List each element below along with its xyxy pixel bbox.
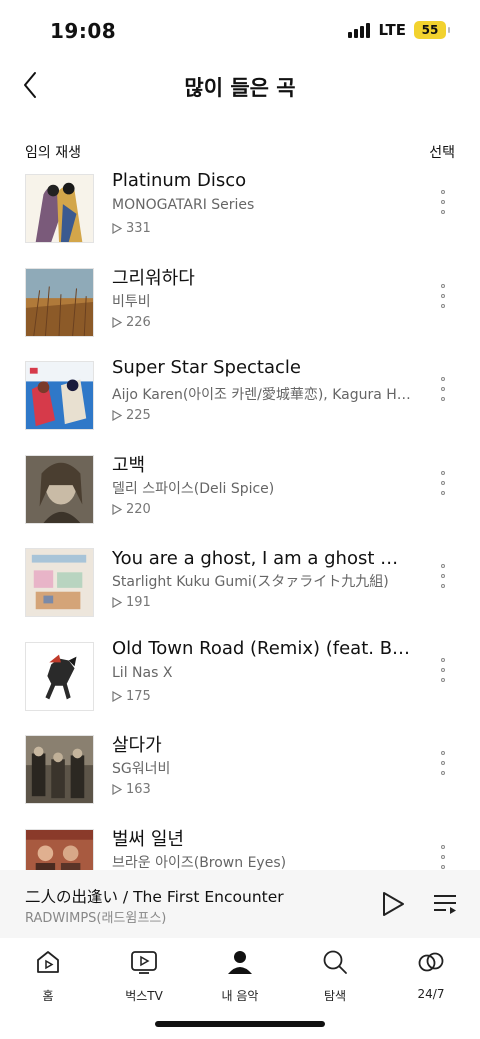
- album-cover: [25, 174, 94, 243]
- now-playing-artist: RADWIMPS(래드윔프스): [25, 911, 167, 926]
- play-count: 163: [112, 782, 151, 797]
- list-item[interactable]: Old Town Road (Remix) (feat. Bill… Lil N…: [0, 634, 480, 728]
- nav-home[interactable]: 홈: [3, 944, 93, 1006]
- track-title: 그리워하다: [112, 267, 195, 289]
- status-time: 19:08: [50, 19, 117, 43]
- mini-player[interactable]: 二人の出逢い / The First Encounter RADWIMPS(래드…: [0, 870, 480, 938]
- list-item[interactable]: Super Star Spectacle Aijo Karen(아이조 카렌/愛…: [0, 353, 480, 447]
- nav-explore[interactable]: 탐색: [290, 944, 380, 1006]
- more-options-button[interactable]: [436, 751, 450, 775]
- track-artist: 브라운 아이즈(Brown Eyes): [112, 854, 287, 871]
- track-artist: MONOGATARI Series: [112, 197, 255, 213]
- track-title: Super Star Spectacle: [112, 357, 301, 378]
- nav-my-music[interactable]: 내 음악: [195, 944, 285, 1006]
- track-list-viewport[interactable]: Platinum Disco MONOGATARI Series 331 그리워…: [0, 170, 480, 870]
- home-icon: [37, 951, 59, 973]
- track-artist: 델리 스파이스(Deli Spice): [112, 480, 275, 497]
- play-count-value: 220: [126, 501, 151, 517]
- list-toolbar: 임의 재생 선택: [0, 138, 480, 168]
- nav-label: 홈: [42, 989, 54, 1003]
- nav-label: 벅스TV: [125, 989, 163, 1003]
- list-item[interactable]: Platinum Disco MONOGATARI Series 331: [0, 170, 480, 260]
- album-cover: [25, 548, 94, 617]
- person-icon: [228, 951, 252, 974]
- track-list: Platinum Disco MONOGATARI Series 331 그리워…: [0, 170, 480, 870]
- play-count-value: 191: [126, 595, 151, 610]
- select-button[interactable]: 선택: [429, 142, 455, 162]
- battery-level: 55: [421, 23, 439, 37]
- play-count-value: 225: [126, 408, 151, 423]
- list-item[interactable]: 그리워하다 비투비 226: [0, 260, 480, 354]
- search-icon: [323, 950, 347, 974]
- play-outline-icon: [112, 410, 122, 421]
- list-item[interactable]: 살다가 SG워너비 163: [0, 727, 480, 821]
- play-count: 331: [112, 221, 151, 236]
- play-outline-icon: [112, 223, 122, 234]
- album-cover: [25, 828, 94, 870]
- list-item[interactable]: 벌써 일년 브라운 아이즈(Brown Eyes): [0, 821, 480, 871]
- play-count: 225: [112, 408, 151, 423]
- play-count: 226: [112, 315, 151, 330]
- track-title: Old Town Road (Remix) (feat. Bill…: [112, 637, 412, 659]
- more-options-button[interactable]: [436, 564, 450, 588]
- nav-label: 내 음악: [221, 989, 259, 1003]
- more-options-button[interactable]: [436, 377, 450, 401]
- track-title: Platinum Disco: [112, 170, 247, 191]
- play-count-value: 331: [126, 221, 151, 236]
- status-indicators: LTE 55: [348, 21, 450, 39]
- track-title: 벌써 일년: [112, 828, 184, 850]
- album-cover: [25, 641, 94, 711]
- playlist-button[interactable]: [432, 891, 458, 917]
- nav-radio-24-7[interactable]: 24/7: [386, 944, 476, 1006]
- nav-label: 24/7: [417, 987, 445, 1001]
- status-bar: 19:08 LTE 55: [0, 0, 480, 62]
- track-artist: Lil Nas X: [112, 664, 173, 681]
- bottom-nav: 홈 벅스TV 내 음악 탐색 24/7: [0, 938, 480, 1008]
- album-cover: [25, 735, 94, 804]
- nav-bugs-tv[interactable]: 벅스TV: [99, 944, 189, 1006]
- play-count-value: 226: [126, 314, 151, 330]
- track-artist: 비투비: [112, 293, 151, 310]
- album-cover: [25, 454, 94, 524]
- list-item[interactable]: You are a ghost, I am a ghost ~劇… Starli…: [0, 540, 480, 634]
- album-cover: [25, 267, 94, 337]
- play-count: 175: [112, 689, 151, 704]
- nav-label: 탐색: [323, 989, 347, 1003]
- track-title: 고백: [112, 454, 146, 476]
- network-type: LTE: [378, 21, 406, 39]
- play-outline-icon: [112, 690, 122, 702]
- more-options-button[interactable]: [436, 283, 450, 308]
- more-options-button[interactable]: [436, 657, 450, 682]
- play-outline-icon: [112, 784, 122, 795]
- now-playing-title: 二人の出逢い / The First Encounter: [25, 888, 284, 906]
- home-indicator: [155, 1021, 325, 1027]
- more-options-button[interactable]: [436, 470, 450, 495]
- signal-icon: [348, 22, 371, 38]
- shuffle-play-button[interactable]: 임의 재생: [25, 142, 81, 162]
- track-artist: SG워너비: [112, 761, 171, 777]
- battery-icon: 55: [414, 21, 450, 39]
- play-outline-icon: [112, 316, 122, 328]
- track-artist: Starlight Kuku Gumi(スタァライト九九組): [112, 574, 389, 590]
- track-title: You are a ghost, I am a ghost ~劇…: [112, 548, 412, 569]
- album-cover: [25, 361, 94, 430]
- tv-icon: [131, 951, 157, 974]
- play-count-value: 163: [126, 782, 151, 797]
- list-item[interactable]: 고백 델리 스파이스(Deli Spice) 220: [0, 447, 480, 541]
- page-title: 많이 들은 곡: [184, 76, 296, 100]
- play-count-value: 175: [126, 688, 151, 704]
- play-icon: [383, 892, 404, 916]
- track-artist: Aijo Karen(아이조 카렌/愛城華恋), Kagura H…: [112, 387, 411, 403]
- play-count: 220: [112, 502, 151, 517]
- header: 많이 들은 곡: [0, 62, 480, 110]
- playlist-icon: [434, 895, 456, 914]
- more-options-button[interactable]: [436, 844, 450, 869]
- more-options-button[interactable]: [436, 190, 450, 214]
- play-button[interactable]: [380, 890, 406, 918]
- play-outline-icon: [112, 503, 122, 515]
- play-count: 191: [112, 595, 151, 610]
- play-outline-icon: [112, 597, 122, 608]
- track-title: 살다가: [112, 735, 162, 756]
- radio-loop-icon: [418, 952, 444, 972]
